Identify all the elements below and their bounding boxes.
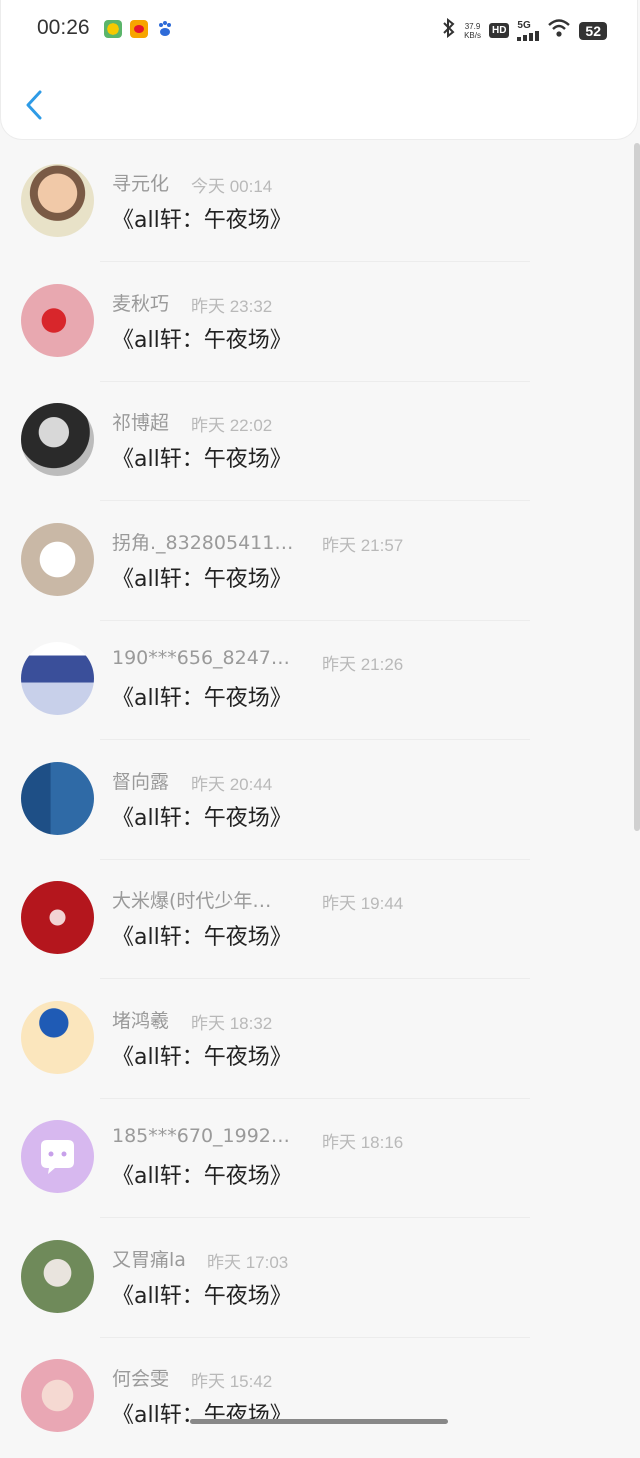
baidu-paw-icon xyxy=(156,20,174,38)
avatar xyxy=(21,1239,94,1313)
avatar xyxy=(21,1359,94,1432)
wifi-icon xyxy=(547,18,571,43)
timestamp: 昨天 18:32 xyxy=(191,1013,273,1033)
username: 185***670_1992… xyxy=(112,1125,290,1147)
signal-type: 5G xyxy=(517,20,531,31)
username: 又胃痛la xyxy=(112,1248,186,1271)
hd-badge: HD xyxy=(488,23,510,38)
avatar xyxy=(21,522,94,596)
username: 督向露 xyxy=(112,770,170,793)
back-arrow-icon[interactable] xyxy=(25,90,43,120)
timestamp: 昨天 17:03 xyxy=(207,1252,289,1272)
avatar xyxy=(21,403,94,476)
list-item[interactable]: 又胃痛la 昨天 17:03 《all轩：午夜场》 xyxy=(0,1219,640,1339)
list-item[interactable]: 祁博超 昨天 22:02 《all轩：午夜场》 xyxy=(0,382,640,502)
list-item[interactable]: 寻元化 今天 00:14 《all轩：午夜场》 xyxy=(0,143,640,263)
weibo-icon xyxy=(130,20,148,38)
avatar xyxy=(21,283,94,357)
username: 大米爆(时代少年… xyxy=(112,890,272,912)
username: 堵鸿羲 xyxy=(112,1009,170,1032)
message-text: 《all轩：午夜场》 xyxy=(112,925,292,950)
battery-level: 52 xyxy=(579,21,607,40)
list-item[interactable]: 何会雯 昨天 15:42 《all轩：午夜场》 xyxy=(0,1338,640,1458)
bluetooth-icon xyxy=(442,17,456,43)
avatar xyxy=(21,642,94,715)
signal-icon: 5G xyxy=(517,20,540,41)
avatar xyxy=(21,761,94,835)
username: 何会雯 xyxy=(112,1368,170,1390)
message-text: 《all轩：午夜场》 xyxy=(112,447,292,472)
notification-icons xyxy=(104,20,174,38)
message-text: 《all轩：午夜场》 xyxy=(112,1044,292,1070)
avatar xyxy=(21,164,94,237)
status-bar: 00:26 37.9 KB/s HD 5G 52 xyxy=(1,14,640,46)
username: 寻元化 xyxy=(112,173,170,195)
list-item[interactable]: 185***670_1992… 昨天 18:16 《all轩：午夜场》 xyxy=(0,1099,640,1219)
home-indicator[interactable] xyxy=(190,1419,448,1424)
timestamp: 昨天 21:57 xyxy=(322,535,404,555)
list-item[interactable]: 拐角._832805411… 昨天 21:57 《all轩：午夜场》 xyxy=(0,502,640,622)
timestamp: 昨天 19:44 xyxy=(322,894,404,913)
list-item[interactable]: 大米爆(时代少年… 昨天 19:44 《all轩：午夜场》 xyxy=(0,860,640,980)
timestamp: 昨天 18:16 xyxy=(322,1133,404,1152)
message-text: 《all轩：午夜场》 xyxy=(112,327,292,353)
list-item[interactable]: 190***656_8247… 昨天 21:26 《all轩：午夜场》 xyxy=(0,621,640,741)
status-right: 37.9 KB/s HD 5G 52 xyxy=(442,17,607,43)
username: 拐角._832805411… xyxy=(112,531,294,554)
top-bar: 00:26 37.9 KB/s HD 5G 52 xyxy=(0,0,638,140)
message-text: 《all轩：午夜场》 xyxy=(112,1403,292,1428)
timestamp: 昨天 21:26 xyxy=(322,655,404,674)
network-speed: 37.9 KB/s xyxy=(464,22,481,40)
network-speed-unit: KB/s xyxy=(464,30,481,40)
avatar xyxy=(21,1120,94,1193)
message-text: 《all轩：午夜场》 xyxy=(112,208,292,233)
username: 190***656_8247… xyxy=(112,647,290,669)
message-text: 《all轩：午夜场》 xyxy=(112,805,292,831)
network-speed-value: 37.9 xyxy=(464,21,481,31)
timestamp: 昨天 15:42 xyxy=(191,1372,273,1391)
reader-list: 寻元化 今天 00:14 《all轩：午夜场》 麦秋巧 昨天 23:32 《al… xyxy=(0,143,640,1458)
timestamp: 今天 00:14 xyxy=(191,177,273,196)
timestamp: 昨天 22:02 xyxy=(191,416,273,435)
scrollbar[interactable] xyxy=(634,143,640,831)
username: 麦秋巧 xyxy=(112,292,170,315)
avatar xyxy=(21,1000,94,1074)
username: 祁博超 xyxy=(112,412,170,434)
message-text: 《all轩：午夜场》 xyxy=(112,1283,292,1309)
message-text: 《all轩：午夜场》 xyxy=(112,1164,292,1189)
message-text: 《all轩：午夜场》 xyxy=(112,686,292,711)
list-item[interactable]: 督向露 昨天 20:44 《all轩：午夜场》 xyxy=(0,741,640,861)
message-text: 《all轩：午夜场》 xyxy=(112,566,292,592)
list-item[interactable]: 堵鸿羲 昨天 18:32 《all轩：午夜场》 xyxy=(0,980,640,1100)
status-time: 00:26 xyxy=(37,16,90,39)
timestamp: 昨天 23:32 xyxy=(191,296,273,316)
avatar xyxy=(21,881,94,954)
notification-app-icon-green xyxy=(104,20,122,38)
timestamp: 昨天 20:44 xyxy=(191,774,273,794)
list-item[interactable]: 麦秋巧 昨天 23:32 《all轩：午夜场》 xyxy=(0,263,640,383)
